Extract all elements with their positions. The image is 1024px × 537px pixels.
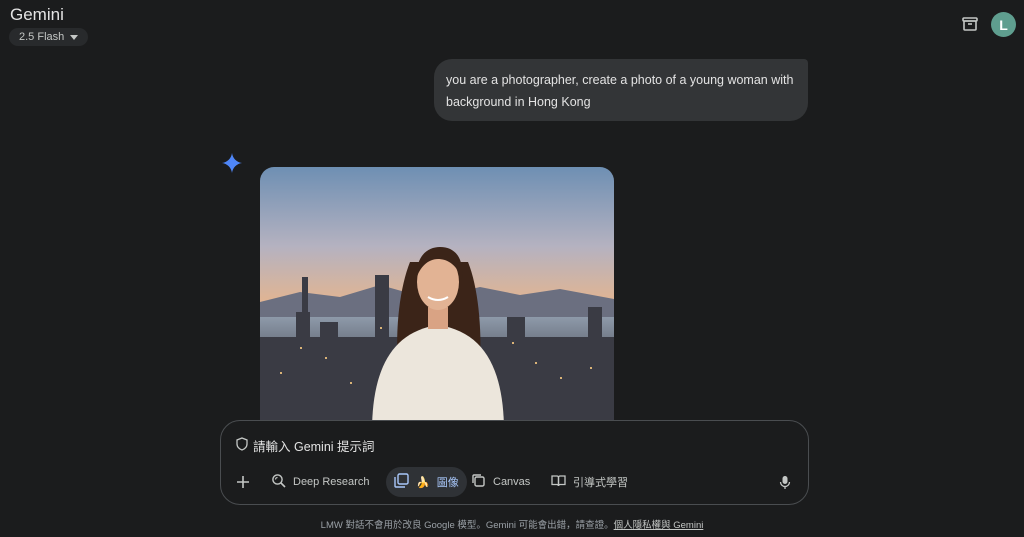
banana-emoji: 🍌 bbox=[416, 476, 430, 489]
image-icon bbox=[394, 473, 409, 491]
generated-image[interactable] bbox=[260, 167, 614, 432]
image-label: 圖像 bbox=[436, 477, 459, 489]
tool-row: Deep Research 🍌 圖像 Canvas 引導式學習 bbox=[221, 467, 808, 497]
avatar[interactable]: L bbox=[991, 12, 1016, 37]
canvas-label: Canvas bbox=[493, 476, 531, 488]
privacy-link[interactable]: 個人隱私權與 Gemini bbox=[614, 520, 704, 531]
user-message: you are a photographer, create a photo o… bbox=[434, 59, 808, 121]
prompt-input[interactable]: 請輸入 Gemini 提示詞 bbox=[236, 436, 375, 455]
caret-down-icon bbox=[70, 34, 79, 40]
app-title: Gemini bbox=[10, 5, 64, 24]
footer-text: LMW 對話不會用於改良 Google 模型。Gemini 可能會出錯，請查證。 bbox=[320, 520, 614, 531]
deep-research-label: Deep Research bbox=[293, 476, 370, 488]
mic-icon[interactable] bbox=[779, 467, 791, 497]
deep-research-button[interactable]: Deep Research bbox=[271, 467, 369, 497]
deep-research-icon bbox=[271, 473, 286, 491]
model-selector[interactable]: 2.5 Flash bbox=[9, 28, 89, 46]
archive-icon[interactable] bbox=[960, 14, 980, 34]
plus-icon[interactable] bbox=[236, 467, 250, 497]
guided-learning-icon bbox=[551, 473, 566, 491]
footer-disclaimer: LMW 對話不會用於改良 Google 模型。Gemini 可能會出錯，請查證。… bbox=[0, 517, 1024, 531]
prompt-placeholder: 請輸入 Gemini 提示詞 bbox=[253, 440, 375, 454]
image-button[interactable]: 🍌 圖像 bbox=[386, 467, 467, 497]
guided-learning-label: 引導式學習 bbox=[573, 477, 628, 489]
shield-icon bbox=[236, 437, 248, 454]
guided-learning-button[interactable]: 引導式學習 bbox=[551, 467, 628, 497]
sparkle-icon bbox=[222, 153, 242, 173]
canvas-icon bbox=[471, 473, 486, 491]
prompt-box: 請輸入 Gemini 提示詞 Deep Research 🍌 圖像 Canvas bbox=[220, 420, 809, 505]
model-label: 2.5 Flash bbox=[19, 31, 65, 43]
canvas-button[interactable]: Canvas bbox=[471, 467, 530, 497]
